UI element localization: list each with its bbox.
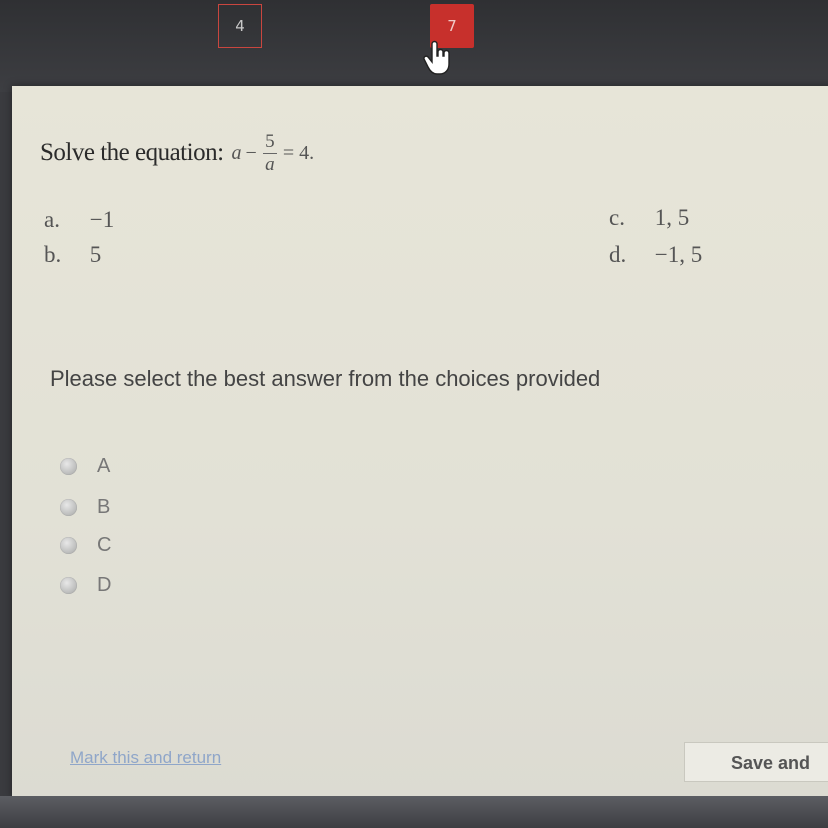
option-label[interactable]: B xyxy=(97,496,110,519)
choice-value: −1, 5 xyxy=(654,242,703,267)
option-label[interactable]: A xyxy=(97,455,110,478)
choice-value: −1 xyxy=(89,207,115,232)
option-c[interactable]: C xyxy=(60,534,111,557)
question-nav-bar: 4 7 xyxy=(0,0,828,92)
instruction-text: Please select the best answer from the c… xyxy=(50,366,601,391)
option-d[interactable]: D xyxy=(60,574,111,597)
option-label[interactable]: D xyxy=(97,574,111,597)
choice-a: a. −1 xyxy=(44,207,114,233)
radio-button-d[interactable] xyxy=(60,577,77,594)
radio-button-c[interactable] xyxy=(60,537,77,554)
choice-value: 1, 5 xyxy=(654,205,690,230)
fraction-numerator: 5 xyxy=(265,130,275,152)
equation-variable: a xyxy=(231,141,242,164)
fraction-denominator: a xyxy=(265,153,275,175)
equation: a − 5 a = 4 . xyxy=(232,131,315,176)
save-button[interactable]: Save and xyxy=(684,742,828,782)
choice-d: d. −1, 5 xyxy=(609,242,702,268)
option-label[interactable]: C xyxy=(97,534,111,557)
choice-letter: b. xyxy=(44,242,62,267)
choice-c: c. 1, 5 xyxy=(609,205,689,231)
option-b[interactable]: B xyxy=(60,496,110,519)
question-text: Solve the equation: a − 5 a = 4 . xyxy=(40,118,314,188)
hand-pointer-icon xyxy=(423,40,450,75)
radio-button-a[interactable] xyxy=(60,458,77,475)
choice-value: 5 xyxy=(89,242,102,267)
bottom-bar xyxy=(0,796,828,828)
choice-letter: d. xyxy=(609,242,627,267)
question-panel xyxy=(12,86,828,798)
option-a[interactable]: A xyxy=(60,455,110,478)
choice-letter: c. xyxy=(609,205,625,230)
equation-rhs: = 4 xyxy=(282,141,310,164)
equation-period: . xyxy=(309,141,315,164)
equation-minus: − xyxy=(245,141,257,164)
question-prompt: Solve the equation: xyxy=(40,139,224,166)
mark-and-return-link[interactable]: Mark this and return xyxy=(70,748,221,768)
choice-letter: a. xyxy=(44,207,60,232)
equation-fraction: 5 a xyxy=(262,130,277,176)
radio-button-b[interactable] xyxy=(60,499,77,516)
choice-b: b. 5 xyxy=(44,242,101,268)
question-number-4-button[interactable]: 4 xyxy=(218,4,262,48)
